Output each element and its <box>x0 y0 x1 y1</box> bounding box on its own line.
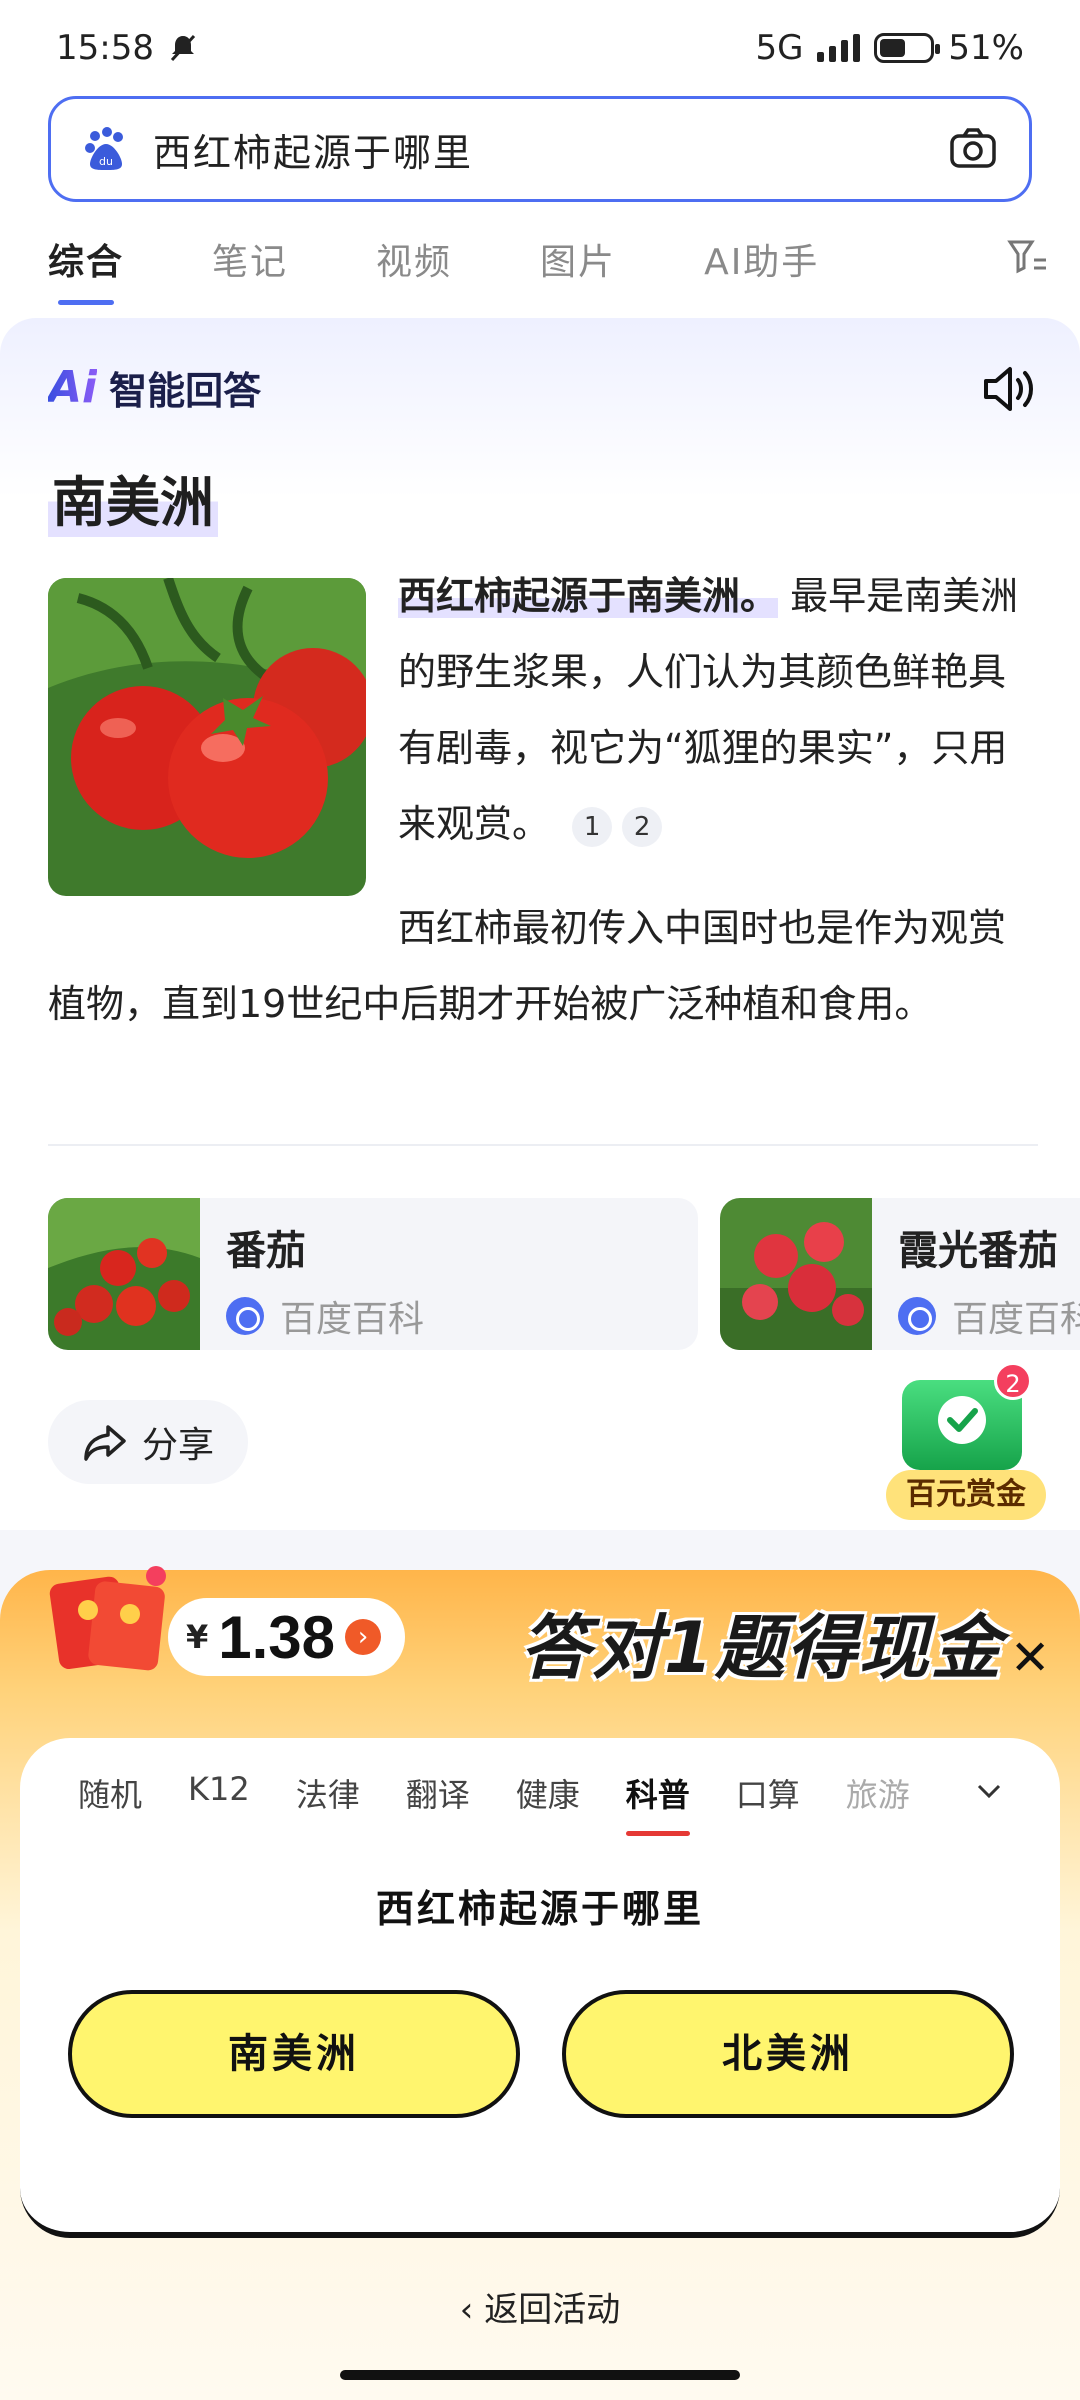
red-envelope-icon <box>49 1566 166 1671</box>
signal-icon <box>817 34 861 62</box>
answer-option-b[interactable]: 北美洲 <box>562 1990 1014 2118</box>
filter-icon[interactable] <box>1006 236 1048 278</box>
back-label: 返回活动 <box>484 2290 621 2330</box>
category-science[interactable]: 科普 <box>625 1770 690 1836</box>
ai-answer-card: Ai 智能回答 南美洲 西红柿起源于南美洲。 最早是南美洲的野生浆果，人们认为其… <box>0 318 1080 1528</box>
mute-bell-icon <box>170 34 196 62</box>
back-to-activity-link[interactable]: ‹ 返回活动 <box>0 2282 1080 2331</box>
search-box[interactable]: du 西红柿起源于哪里 <box>48 96 1032 202</box>
quiz-title: 答对1题得现金 <box>520 1607 1003 1689</box>
reference-badge-2[interactable]: 2 <box>622 806 663 847</box>
entity-card[interactable]: 霞光番茄 百度百科 <box>720 1198 1080 1350</box>
category-travel[interactable]: 旅游 <box>846 1770 910 1816</box>
category-k12[interactable]: K12 <box>188 1770 250 1816</box>
cash-balance[interactable]: ¥ 1.38 › <box>168 1598 406 1676</box>
status-bar: 15:58 5G 51% <box>0 0 1080 96</box>
baike-icon <box>226 1297 264 1335</box>
currency-symbol: ¥ <box>186 1618 209 1656</box>
tab-video[interactable]: 视频 <box>376 233 452 285</box>
svg-text:du: du <box>99 155 113 168</box>
entity-source-label: 百度百科 <box>952 1299 1080 1340</box>
share-icon <box>84 1425 126 1461</box>
baike-icon <box>898 1297 936 1335</box>
close-button[interactable]: ✕ <box>1010 1630 1050 1686</box>
answer-paragraph-2: 西红柿最初传入中国时也是作为观赏植物，直到19世纪中后期才开始被广泛种植和食用。 <box>48 906 1007 1026</box>
tab-all[interactable]: 综合 <box>48 233 124 305</box>
camera-icon[interactable] <box>947 123 999 175</box>
quiz-question: 西红柿起源于哪里 <box>375 1887 704 1931</box>
share-button[interactable]: 分享 <box>48 1400 248 1484</box>
reward-badge: 2 <box>994 1362 1032 1400</box>
entity-card[interactable]: 番茄 百度百科 <box>48 1198 698 1350</box>
answer-highlight: 西红柿起源于南美洲。 <box>398 574 779 618</box>
reward-widget[interactable]: 2 百元赏金 <box>880 1362 1050 1532</box>
search-input[interactable]: 西红柿起源于哪里 <box>153 122 947 177</box>
home-indicator[interactable] <box>340 2370 740 2380</box>
network-type: 5G <box>755 28 804 68</box>
category-mental-math[interactable]: 口算 <box>736 1770 800 1816</box>
entity-image <box>48 1198 200 1350</box>
tab-notes[interactable]: 笔记 <box>212 233 288 285</box>
quiz-panel: ¥ 1.38 › 答对1题得现金 ✕ 随机 K12 法律 翻译 健康 科普 口算… <box>0 1530 1080 2400</box>
entity-name: 霞光番茄 <box>898 1228 1058 1274</box>
answer-option-a[interactable]: 南美洲 <box>68 1990 520 2118</box>
category-random[interactable]: 随机 <box>78 1770 142 1816</box>
entity-name: 番茄 <box>226 1228 306 1274</box>
chevron-right-icon: › <box>345 1619 382 1655</box>
divider <box>48 1144 1038 1146</box>
tomato-image[interactable] <box>48 578 366 896</box>
share-label: 分享 <box>141 1425 214 1466</box>
search-tabs: 综合 笔记 视频 图片 AI助手 <box>48 214 1048 305</box>
category-law[interactable]: 法律 <box>296 1770 360 1816</box>
clock: 15:58 <box>56 28 154 68</box>
answer-paragraph-1: 西红柿起源于南美洲。 最早是南美洲的野生浆果，人们认为其颜色鲜艳具有剧毒，视它为… <box>398 558 1038 862</box>
ai-answer-header: Ai 智能回答 <box>48 360 261 415</box>
tab-ai-assistant[interactable]: AI助手 <box>704 233 819 285</box>
cash-amount: 1.38 <box>218 1603 336 1671</box>
baidu-paw-icon: du <box>85 127 123 170</box>
battery-icon <box>874 33 941 63</box>
chevron-down-icon[interactable] <box>974 1776 1004 1806</box>
battery-level: 51% <box>948 28 1024 68</box>
answer-title: 南美洲 <box>48 458 218 537</box>
ai-logo: Ai <box>48 362 98 413</box>
quiz-categories: 随机 K12 法律 翻译 健康 科普 口算 旅游 <box>78 1770 910 1836</box>
reference-badge-1[interactable]: 1 <box>572 806 613 847</box>
tab-images[interactable]: 图片 <box>540 233 616 285</box>
entity-source: 百度百科 <box>898 1290 1080 1342</box>
reward-label: 百元赏金 <box>886 1470 1046 1520</box>
speaker-icon[interactable] <box>978 358 1040 420</box>
ai-answer-heading: 智能回答 <box>109 369 262 413</box>
entity-source-label: 百度百科 <box>280 1299 425 1340</box>
chevron-left-icon: ‹ <box>459 2290 485 2330</box>
entity-source: 百度百科 <box>226 1290 424 1342</box>
category-health[interactable]: 健康 <box>516 1770 580 1816</box>
entity-image <box>720 1198 872 1350</box>
quiz-card: 随机 K12 法律 翻译 健康 科普 口算 旅游 西红柿起源于哪里 南美洲 北美… <box>20 1738 1060 2238</box>
category-translate[interactable]: 翻译 <box>406 1770 470 1816</box>
